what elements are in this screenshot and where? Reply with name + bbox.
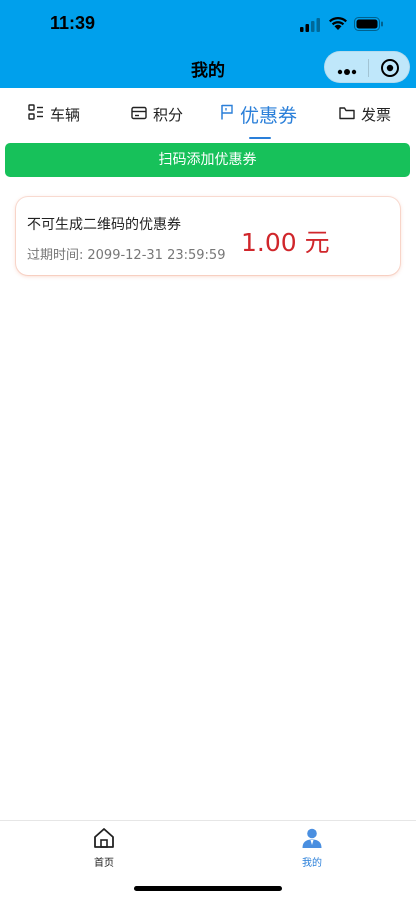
- folder-icon: [339, 105, 355, 124]
- tab-invoice-label: 发票: [361, 105, 392, 124]
- home-indicator: [134, 886, 282, 891]
- tab-vehicle-label: 车辆: [50, 105, 81, 124]
- coupon-title: 不可生成二维码的优惠券: [27, 217, 181, 233]
- tab-invoice[interactable]: 发票: [339, 88, 391, 140]
- active-tab-indicator: [249, 137, 271, 139]
- expiry-label: 过期时间:: [27, 248, 84, 263]
- vehicle-list-icon: [28, 104, 44, 124]
- wifi-icon: [328, 15, 348, 35]
- person-icon: [301, 828, 323, 853]
- capsule-divider: [368, 59, 369, 77]
- amount-value: 1.00: [241, 228, 297, 257]
- category-tabs: 车辆 积分 优惠券 发票: [0, 88, 416, 140]
- more-icon[interactable]: [337, 62, 357, 81]
- top-header: 11:39 我的: [0, 0, 416, 88]
- tab-coupons[interactable]: 优惠券: [220, 88, 297, 140]
- coupon-card[interactable]: 不可生成二维码的优惠券 过期时间: 2099-12-31 23:59:59 1.0…: [16, 197, 400, 275]
- tabbar-home[interactable]: 首页: [74, 827, 134, 869]
- tabbar-mine[interactable]: 我的: [282, 827, 342, 869]
- coupon-amount: 1.00 元: [241, 223, 330, 259]
- close-mini-program-icon[interactable]: [380, 58, 400, 82]
- battery-icon: [354, 16, 384, 35]
- expiry-value: 2099-12-31 23:59:59: [87, 248, 226, 263]
- status-bar: 11:39: [0, 0, 416, 48]
- tab-points-label: 积分: [153, 105, 184, 124]
- card-icon: [131, 105, 147, 124]
- signal-icon: [300, 17, 322, 36]
- mini-program-capsule: [324, 51, 410, 83]
- status-time: 11:39: [50, 13, 96, 33]
- tabbar-mine-label: 我的: [302, 858, 322, 869]
- scan-add-coupon-button[interactable]: 扫码添加优惠券: [5, 143, 410, 177]
- tab-coupons-label: 优惠券: [240, 104, 298, 127]
- coupon-expiry: 过期时间: 2099-12-31 23:59:59: [27, 244, 225, 263]
- flag-icon: [220, 104, 234, 124]
- tab-vehicle[interactable]: 车辆: [28, 88, 80, 140]
- amount-unit: 元: [304, 228, 330, 257]
- tabbar-home-label: 首页: [94, 858, 114, 869]
- tab-points[interactable]: 积分: [131, 88, 183, 140]
- home-icon: [93, 828, 115, 853]
